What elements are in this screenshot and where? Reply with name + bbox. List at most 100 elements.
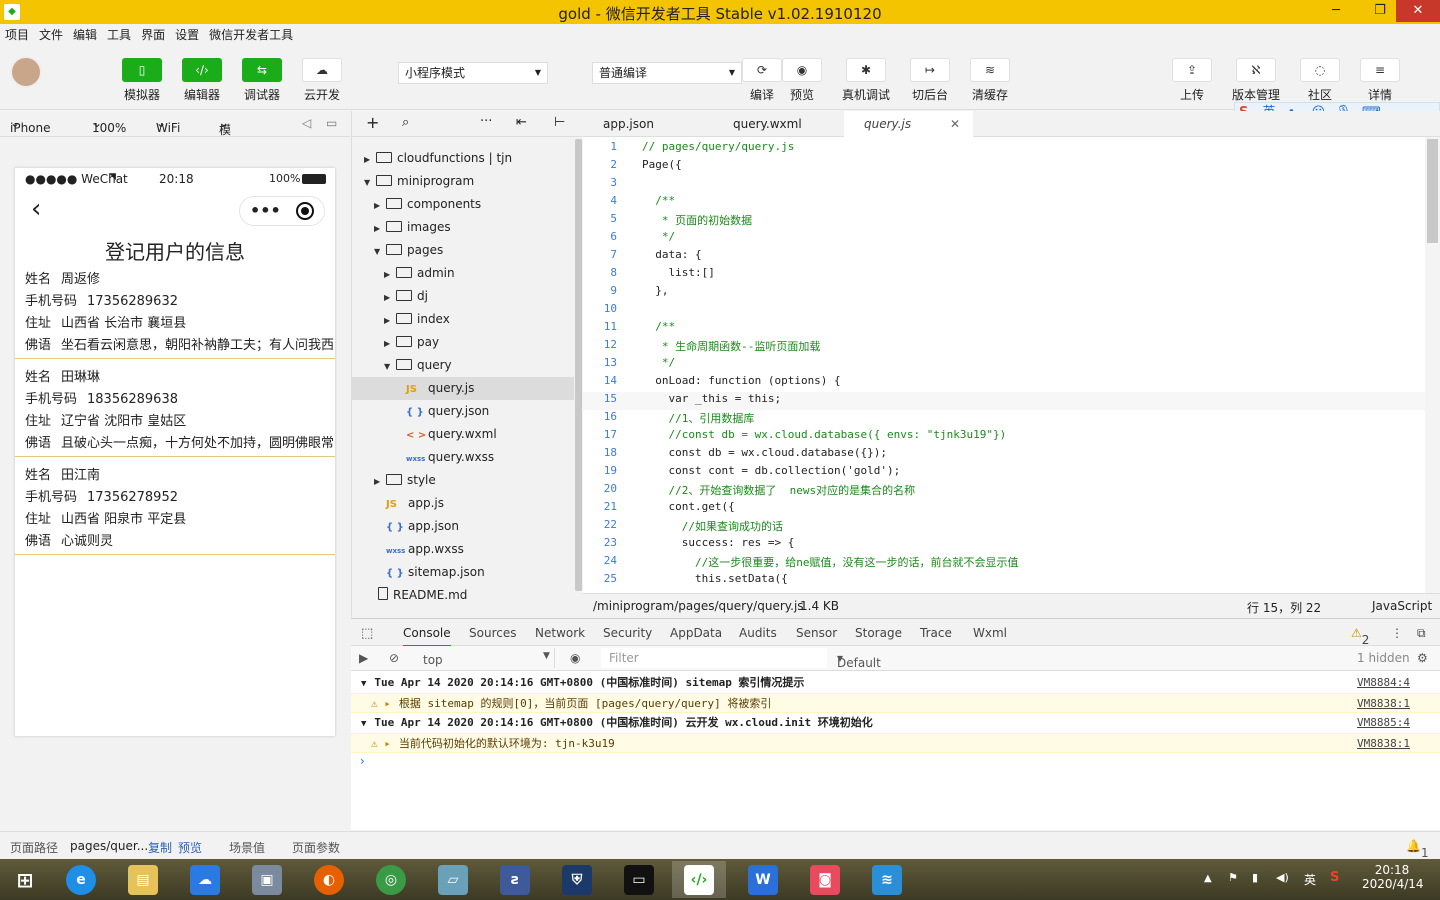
clear-console-icon[interactable]: ⊘ [389,651,399,665]
code-line[interactable]: //如果查询成功的话 [642,518,783,534]
compile-mode-select[interactable]: 普通编译 ▼ [592,62,742,84]
chevron-right-icon[interactable]: ▶ [384,286,396,309]
clear-cache-button[interactable]: ≋ 清缓存 [970,58,1010,103]
network-select[interactable]: WiFi ⌄ [156,116,180,135]
code-line[interactable]: */ [642,230,675,243]
tree-item[interactable]: ▼ miniprogram [352,170,574,193]
code-line[interactable]: success: res => { [642,536,795,549]
chevron-down-icon[interactable]: ▼ [384,355,396,378]
tree-item[interactable]: ▼ query [352,354,574,377]
cloud-dev-button[interactable]: ☁ 云开发 [302,58,342,103]
chevron-down-icon[interactable]: ▼ [374,240,386,263]
dock-icon[interactable]: ⧉ [1417,626,1426,641]
taskbar-notes[interactable]: ▱ [426,861,480,898]
language-mode[interactable]: JavaScript [1372,599,1432,613]
menu-settings[interactable]: 设置 [170,24,204,46]
code-line[interactable]: var _this = this; [642,392,781,405]
taskbar-camera[interactable]: ◙ [798,861,852,898]
taskbar-firefox[interactable]: ◐ [302,861,356,898]
chevron-down-icon[interactable]: ▼ [364,171,376,194]
community-button[interactable]: ◌ 社区 [1300,58,1340,103]
context-select[interactable]: top ▼ [415,648,555,668]
tree-item[interactable]: ▶ index [352,308,574,331]
code-line[interactable]: */ [642,356,675,369]
chevron-right-icon[interactable]: ▶ [374,194,386,217]
details-button[interactable]: ≡ 详情 [1360,58,1400,103]
tree-item[interactable]: ▶ pay [352,331,574,354]
cursor-position[interactable]: 行 15，列 22 [1247,599,1321,616]
upload-button[interactable]: ⇪ 上传 [1172,58,1212,103]
chevron-right-icon[interactable]: ▶ [374,217,386,240]
tab-storage[interactable]: Storage [855,626,902,640]
search-icon[interactable]: ⌕ [402,115,409,130]
tab-query-js[interactable]: query.js ✕ [844,111,973,137]
console-source-link[interactable]: VM8838:1 [1357,694,1410,714]
menu-view[interactable]: 界面 [136,24,170,46]
code-line[interactable]: const cont = db.collection('gold'); [642,464,900,477]
taskbar-ie[interactable]: e [54,861,108,898]
add-file-icon[interactable]: + [366,113,379,132]
code-line[interactable]: // pages/query/query.js [642,140,794,153]
code-line[interactable]: cont.get({ [642,500,734,513]
inspect-icon[interactable]: ⬚ [361,626,373,641]
preview-button[interactable]: ◉ 预览 [782,58,822,103]
console-output[interactable]: ▼ Tue Apr 14 2020 20:14:16 GMT+0800 (中国标准… [351,671,1440,830]
tray-clock[interactable]: 20:18 2020/4/14 [1362,863,1424,891]
taskbar-cmd[interactable]: ▭ [612,861,666,898]
console-warning[interactable]: ⚠ ▸ 当前代码初始化的默认环境为: tjn-k3u19 VM8838:1 [351,733,1440,753]
more-icon[interactable]: ••• [250,201,281,220]
tree-scrollbar[interactable] [575,139,582,591]
chevron-right-icon[interactable]: ▶ [364,148,376,171]
tree-item[interactable]: ▶ style [352,469,574,492]
warning-icon[interactable]: ⚠ 2 [1351,626,1369,647]
tab-sources[interactable]: Sources [469,626,516,640]
tray-lang[interactable]: 英 [1304,871,1316,888]
tab-console[interactable]: Console [403,626,451,647]
menu-tools[interactable]: 工具 [102,24,136,46]
simulator-toggle[interactable]: ▯ 模拟器 [122,58,162,103]
taskbar-stack[interactable]: ≋ [860,861,914,898]
console-settings-icon[interactable]: ⚙ [1417,651,1428,665]
code-line[interactable]: data: { [642,248,701,261]
tree-item[interactable]: JS query.js [352,377,574,400]
console-source-link[interactable]: VM8885:4 [1357,713,1410,733]
tray-sogou-icon[interactable]: S [1330,870,1339,885]
background-button[interactable]: ↦ 切后台 [910,58,950,103]
code-line[interactable]: //const db = wx.cloud.database({ envs: "… [642,428,1006,441]
back-arrow-icon[interactable]: ‹ [31,194,41,224]
tray-network-icon[interactable]: ▮ [1252,871,1258,884]
mute-icon[interactable]: ◁ [302,116,311,130]
menu-project[interactable]: 项目 [0,24,34,46]
taskbar-wechat-devtools[interactable]: ‹/› [672,861,726,898]
code-line[interactable]: const db = wx.cloud.database({}); [642,446,887,459]
close-tab-icon[interactable]: ✕ [950,111,960,137]
more-vert-icon[interactable]: ⋮ [1391,626,1403,640]
tree-item[interactable]: ▼ pages [352,239,574,262]
window-icon[interactable]: ▭ [326,116,337,130]
tree-item[interactable]: README.md [352,584,574,607]
sidebar-toggle-icon[interactable]: ▶ [359,651,368,665]
eye-icon[interactable]: ◉ [570,651,580,665]
tab-network[interactable]: Network [535,626,585,640]
console-prompt[interactable]: › [360,754,365,768]
code-line[interactable]: onLoad: function (options) { [642,374,840,387]
scene-link[interactable]: 场景值 [229,839,265,856]
console-source-link[interactable]: VM8884:4 [1357,673,1410,693]
taskbar-network[interactable]: ▣ [240,861,294,898]
taskbar-editor[interactable]: ƨ [488,861,542,898]
code-line[interactable]: //1、引用数据库 [642,410,754,426]
restore-button[interactable]: ❐ [1364,0,1396,22]
filter-input[interactable]: Filter [601,648,827,668]
tree-item[interactable]: wxss app.wxss [352,538,574,561]
console-warning[interactable]: ⚠ ▸ 根据 sitemap 的规则[0]，当前页面 [pages/query/q… [351,693,1440,713]
more-icon[interactable]: ··· [480,114,492,129]
taskbar-chrome[interactable]: ◎ [364,861,418,898]
editor-toggle[interactable]: ‹/› 编辑器 [182,58,222,103]
tree-item[interactable]: ▶ images [352,216,574,239]
version-button[interactable]: ℵ 版本管理 [1232,58,1280,103]
code-line[interactable]: /** [642,194,675,207]
avatar[interactable] [10,56,42,88]
zoom-select[interactable]: 100% ⌄ [92,116,126,135]
tab-wxml[interactable]: Wxml [973,626,1007,640]
chevron-right-icon[interactable]: ▶ [374,470,386,493]
